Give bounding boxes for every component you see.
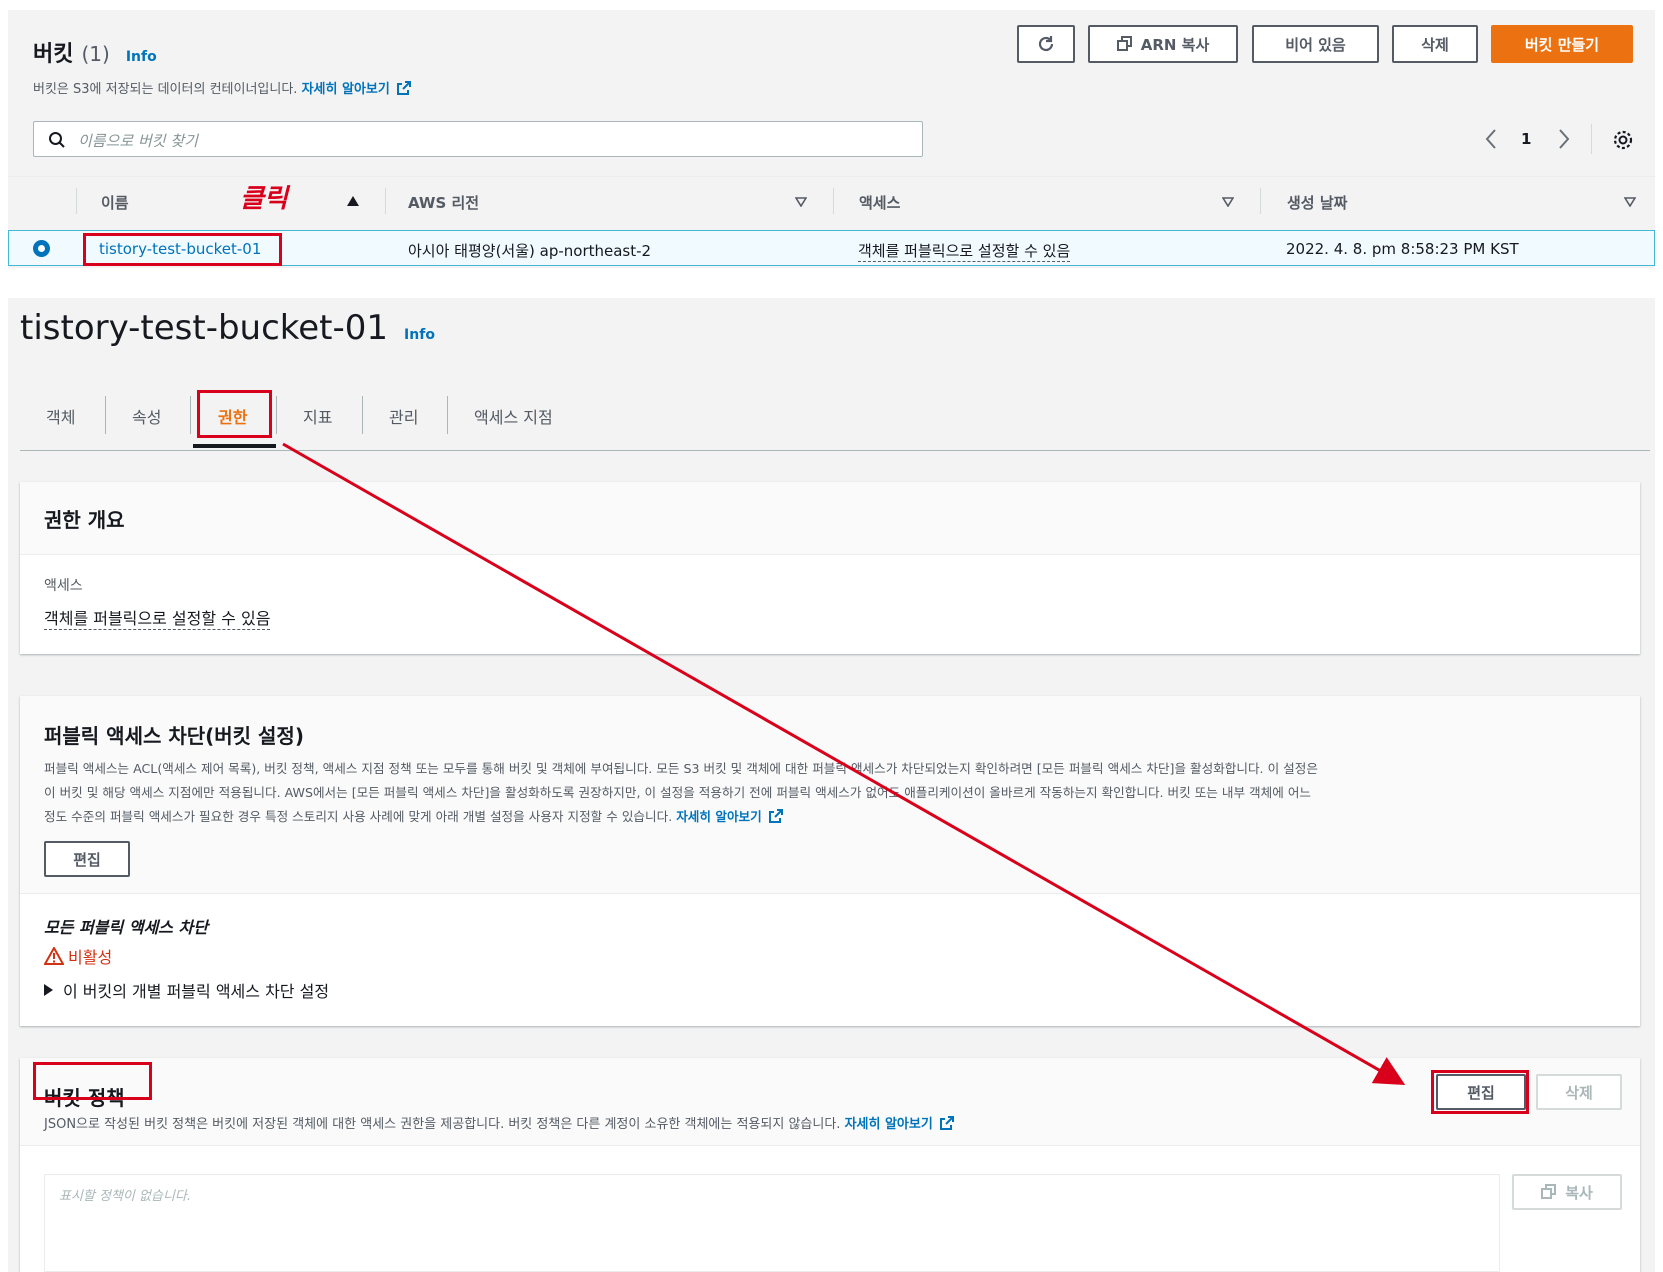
block-public-access-desc-line2: 이 버킷 및 해당 액세스 지점에만 적용됩니다. AWS에서는 [모든 퍼블릭… <box>44 785 1311 800</box>
column-header-region[interactable]: AWS 리전 <box>408 192 479 213</box>
access-label: 액세스 <box>44 578 83 594</box>
block-public-access-card: 퍼블릭 액세스 차단(버킷 설정) 퍼블릭 액세스는 ACL(액세스 제어 목록… <box>20 696 1640 1026</box>
annotation-box-bucket-policy-title <box>33 1062 152 1100</box>
tab-divider <box>447 396 448 434</box>
block-public-access-body: 모든 퍼블릭 액세스 차단 비활성 이 버킷의 개별 퍼블릭 액세스 차단 설정 <box>20 894 1640 1022</box>
active-tab-underline <box>193 444 276 448</box>
search-input[interactable]: 이름으로 버킷 찾기 <box>33 121 923 157</box>
radio-dot <box>38 245 45 252</box>
column-header-access[interactable]: 액세스 <box>859 192 900 213</box>
column-header-created[interactable]: 생성 날짜 <box>1287 192 1347 213</box>
chevron-left-icon[interactable] <box>1484 128 1498 150</box>
gear-icon[interactable] <box>1612 129 1634 151</box>
block-public-access-title: 퍼블릭 액세스 차단(버킷 설정) <box>44 724 304 748</box>
annotation-box-bucket-policy-edit <box>1431 1070 1529 1114</box>
tab-divider <box>362 396 363 434</box>
permissions-overview-body: 액세스 객체를 퍼블릭으로 설정할 수 있음 <box>20 555 1640 650</box>
detail-info-link[interactable]: Info <box>404 327 435 343</box>
pagination-divider <box>1591 124 1592 154</box>
bucket-policy-title: 버킷 정책 <box>44 1086 125 1110</box>
block-public-access-description: 퍼블릭 액세스는 ACL(액세스 제어 목록), 버킷 정책, 액세스 지점 정… <box>44 757 1616 829</box>
tab-metrics[interactable]: 지표 <box>303 404 332 428</box>
external-link-icon <box>939 1116 954 1130</box>
external-link-icon <box>396 81 411 95</box>
column-divider <box>1260 188 1261 214</box>
bucket-policy-description-row: JSON으로 작성된 버킷 정책은 버킷에 저장된 객체에 대한 액세스 권한을… <box>44 1113 1616 1137</box>
current-page[interactable]: 1 <box>1521 130 1531 148</box>
annotation-click-label: 클릭 <box>240 184 288 214</box>
bucket-policy-viewer: 표시할 정책이 없습니다. <box>44 1174 1500 1272</box>
tab-divider <box>105 396 106 434</box>
block-status: 비활성 <box>68 948 113 967</box>
caret-right-icon <box>44 984 53 996</box>
table-header-top-border <box>8 176 1655 177</box>
bucket-policy-empty-text: 표시할 정책이 없습니다. <box>59 1189 191 1204</box>
permissions-overview-title: 권한 개요 <box>44 508 125 532</box>
block-public-access-desc-line1: 퍼블릭 액세스는 ACL(액세스 제어 목록), 버킷 정책, 액세스 지점 정… <box>44 761 1318 776</box>
chevron-right-icon[interactable] <box>1557 128 1571 150</box>
bucket-policy-card: 버킷 정책 JSON으로 작성된 버킷 정책은 버킷에 저장된 객체에 대한 액… <box>20 1058 1640 1272</box>
bucket-policy-delete-button[interactable]: 삭제 <box>1536 1074 1622 1110</box>
copy-arn-label: ARN 복사 <box>1140 35 1210 54</box>
buckets-learn-more-link[interactable]: 자세히 알아보기 <box>302 82 390 97</box>
bucket-created-date: 2022. 4. 8. pm 8:58:23 PM KST <box>1286 240 1519 258</box>
column-divider <box>385 188 386 214</box>
copy-icon <box>1541 1184 1557 1199</box>
warning-icon <box>44 947 64 965</box>
buckets-header: 버킷 (1) Info <box>33 36 157 68</box>
expand-individual-settings[interactable]: 이 버킷의 개별 퍼블릭 액세스 차단 설정 <box>44 978 1616 1002</box>
bucket-policy-copy-button[interactable]: 복사 <box>1512 1174 1622 1210</box>
external-link-icon <box>768 809 783 823</box>
block-public-access-learn-more[interactable]: 자세히 알아보기 <box>676 809 762 824</box>
permissions-overview-header: 권한 개요 <box>20 482 1640 555</box>
access-value[interactable]: 객체를 퍼블릭으로 설정할 수 있음 <box>44 605 271 630</box>
all-block-label: 모든 퍼블릭 액세스 차단 <box>44 918 208 937</box>
buckets-info-link[interactable]: Info <box>126 49 157 65</box>
sort-down-icon[interactable] <box>795 197 807 207</box>
tab-access-points[interactable]: 액세스 지점 <box>474 404 553 428</box>
status-row: 비활성 <box>44 944 1616 968</box>
refresh-icon <box>1038 36 1054 52</box>
delete-bucket-button[interactable]: 삭제 <box>1392 25 1478 63</box>
column-divider <box>76 188 77 214</box>
permissions-overview-card: 권한 개요 액세스 객체를 퍼블릭으로 설정할 수 있음 <box>20 482 1640 654</box>
tabs-bottom-border <box>20 450 1650 451</box>
sort-down-icon[interactable] <box>1222 197 1234 207</box>
refresh-button[interactable] <box>1017 25 1075 63</box>
column-divider <box>833 188 834 214</box>
copy-icon <box>1116 36 1132 51</box>
row-radio-button[interactable] <box>33 240 50 257</box>
detail-header: tistory-test-bucket-01 Info <box>20 308 435 348</box>
bucket-region: 아시아 태평양(서울) ap-northeast-2 <box>408 242 652 260</box>
expand-label: 이 버킷의 개별 퍼블릭 액세스 차단 설정 <box>63 982 330 1001</box>
block-public-access-header: 퍼블릭 액세스 차단(버킷 설정) 퍼블릭 액세스는 ACL(액세스 제어 목록… <box>20 696 1640 894</box>
tab-objects[interactable]: 객체 <box>46 404 75 428</box>
buckets-count: (1) <box>81 42 110 66</box>
bucket-policy-copy-label: 복사 <box>1565 1183 1593 1202</box>
sort-ascending-icon[interactable] <box>347 196 359 206</box>
tab-divider <box>276 396 277 434</box>
detail-bucket-name: tistory-test-bucket-01 <box>20 308 389 348</box>
block-public-access-desc-line3: 정도 수준의 퍼블릭 액세스가 필요한 경우 특정 스토리지 사용 사례에 맞게… <box>44 809 673 824</box>
buckets-description: 버킷은 S3에 저장되는 데이터의 컨테이너입니다. <box>33 82 298 97</box>
search-placeholder: 이름으로 버킷 찾기 <box>78 132 198 150</box>
column-header-name[interactable]: 이름 <box>101 192 129 213</box>
buckets-title: 버킷 <box>33 42 74 67</box>
buckets-description-line: 버킷은 S3에 저장되는 데이터의 컨테이너입니다. 자세히 알아보기 <box>33 78 412 97</box>
search-icon <box>49 132 65 148</box>
bucket-policy-learn-more[interactable]: 자세히 알아보기 <box>845 1117 933 1132</box>
create-bucket-button[interactable]: 버킷 만들기 <box>1491 25 1633 63</box>
annotation-box-permissions-tab <box>197 390 272 438</box>
bucket-access[interactable]: 객체를 퍼블릭으로 설정할 수 있음 <box>858 240 1071 262</box>
annotation-box-bucket-name <box>83 233 282 266</box>
block-public-access-edit-button[interactable]: 편집 <box>44 841 130 877</box>
bucket-policy-description: JSON으로 작성된 버킷 정책은 버킷에 저장된 객체에 대한 액세스 권한을… <box>44 1117 841 1132</box>
empty-bucket-button[interactable]: 비어 있음 <box>1252 25 1379 63</box>
bucket-policy-header: 버킷 정책 JSON으로 작성된 버킷 정책은 버킷에 저장된 객체에 대한 액… <box>20 1058 1640 1146</box>
tab-management[interactable]: 관리 <box>389 404 418 428</box>
tab-divider <box>190 396 191 434</box>
tab-properties[interactable]: 속성 <box>132 404 161 428</box>
sort-down-icon[interactable] <box>1624 197 1636 207</box>
copy-arn-button[interactable]: ARN 복사 <box>1088 25 1238 63</box>
